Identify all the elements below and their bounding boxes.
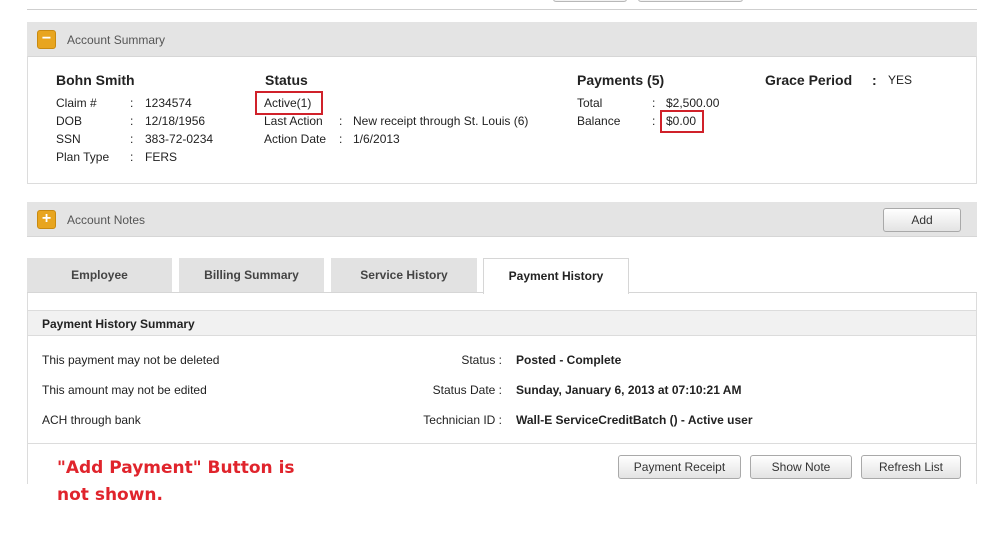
- top-divider: [27, 9, 977, 10]
- note-ach: ACH through bank: [42, 413, 141, 427]
- action-date-value: 1/6/2013: [353, 132, 400, 146]
- member-name: Bohn Smith: [56, 72, 135, 88]
- payment-history-divider: [28, 443, 976, 444]
- tab-payment-history[interactable]: Payment History: [483, 258, 629, 294]
- plan-type-value: FERS: [145, 150, 178, 164]
- balance-label: Balance: [577, 114, 621, 128]
- status-detail-value: Posted - Complete: [516, 353, 622, 367]
- action-date-label: Action Date: [264, 132, 327, 146]
- status-date-label: Status Date :: [432, 383, 502, 397]
- status-detail-label: Status :: [461, 353, 502, 367]
- action-date-sep: :: [339, 132, 343, 146]
- payments-heading: Payments (5): [577, 72, 665, 88]
- dob-value: 12/18/1956: [145, 114, 206, 128]
- annotation-text: "Add Payment" Button is not shown.: [57, 455, 295, 509]
- cropped-button-left[interactable]: [553, 0, 627, 2]
- note-not-edited: This amount may not be edited: [42, 383, 207, 397]
- grace-period-sep: :: [872, 72, 877, 88]
- last-action-value: New receipt through St. Louis (6): [353, 114, 529, 128]
- account-summary-title: Account Summary: [67, 33, 166, 47]
- last-action-label: Last Action: [264, 114, 323, 128]
- add-note-button[interactable]: Add: [883, 208, 961, 232]
- grace-period-value: YES: [888, 73, 913, 87]
- claim-value: 1234574: [145, 96, 192, 110]
- technician-id-label: Technician ID :: [423, 413, 502, 427]
- ssn-value: 383-72-0234: [145, 132, 214, 146]
- status-highlight-box: [255, 91, 323, 115]
- status-date-value: Sunday, January 6, 2013 at 07:10:21 AM: [516, 383, 742, 397]
- annotation-line-2: not shown.: [57, 485, 163, 505]
- account-notes-title: Account Notes: [67, 213, 146, 227]
- ssn-label: SSN: [56, 132, 81, 146]
- last-action-sep: :: [339, 114, 343, 128]
- payment-history-header: Payment History Summary: [28, 310, 976, 336]
- cropped-button-right[interactable]: [638, 0, 743, 2]
- ssn-sep: :: [130, 132, 134, 146]
- total-value: $2,500.00: [666, 96, 720, 110]
- refresh-list-button[interactable]: Refresh List: [861, 455, 961, 479]
- show-note-button[interactable]: Show Note: [750, 455, 852, 479]
- annotation-line-1: "Add Payment" Button is: [57, 458, 295, 478]
- plus-icon[interactable]: +: [37, 210, 56, 229]
- payment-history-title: Payment History Summary: [42, 317, 195, 331]
- technician-id-value: Wall-E ServiceCreditBatch () - Active us…: [516, 413, 753, 427]
- balance-sep: :: [652, 114, 656, 128]
- tab-employee[interactable]: Employee: [27, 258, 172, 292]
- dob-label: DOB: [56, 114, 83, 128]
- plan-type-label: Plan Type: [56, 150, 110, 164]
- total-label: Total: [577, 96, 603, 110]
- plan-type-sep: :: [130, 150, 134, 164]
- account-notes-header[interactable]: + Account Notes: [27, 202, 977, 237]
- grace-period-label: Grace Period: [765, 72, 853, 88]
- dob-sep: :: [130, 114, 134, 128]
- payment-receipt-button[interactable]: Payment Receipt: [618, 455, 741, 479]
- minus-icon[interactable]: −: [37, 30, 56, 49]
- tab-service-history[interactable]: Service History: [331, 258, 477, 292]
- total-sep: :: [652, 96, 656, 110]
- account-summary-header[interactable]: − Account Summary: [27, 22, 977, 57]
- tab-billing-summary[interactable]: Billing Summary: [179, 258, 324, 292]
- note-not-deleted: This payment may not be deleted: [42, 353, 220, 367]
- balance-highlight-box: [660, 110, 704, 133]
- claim-label: Claim #: [56, 96, 97, 110]
- status-heading: Status: [265, 72, 308, 88]
- claim-sep: :: [130, 96, 134, 110]
